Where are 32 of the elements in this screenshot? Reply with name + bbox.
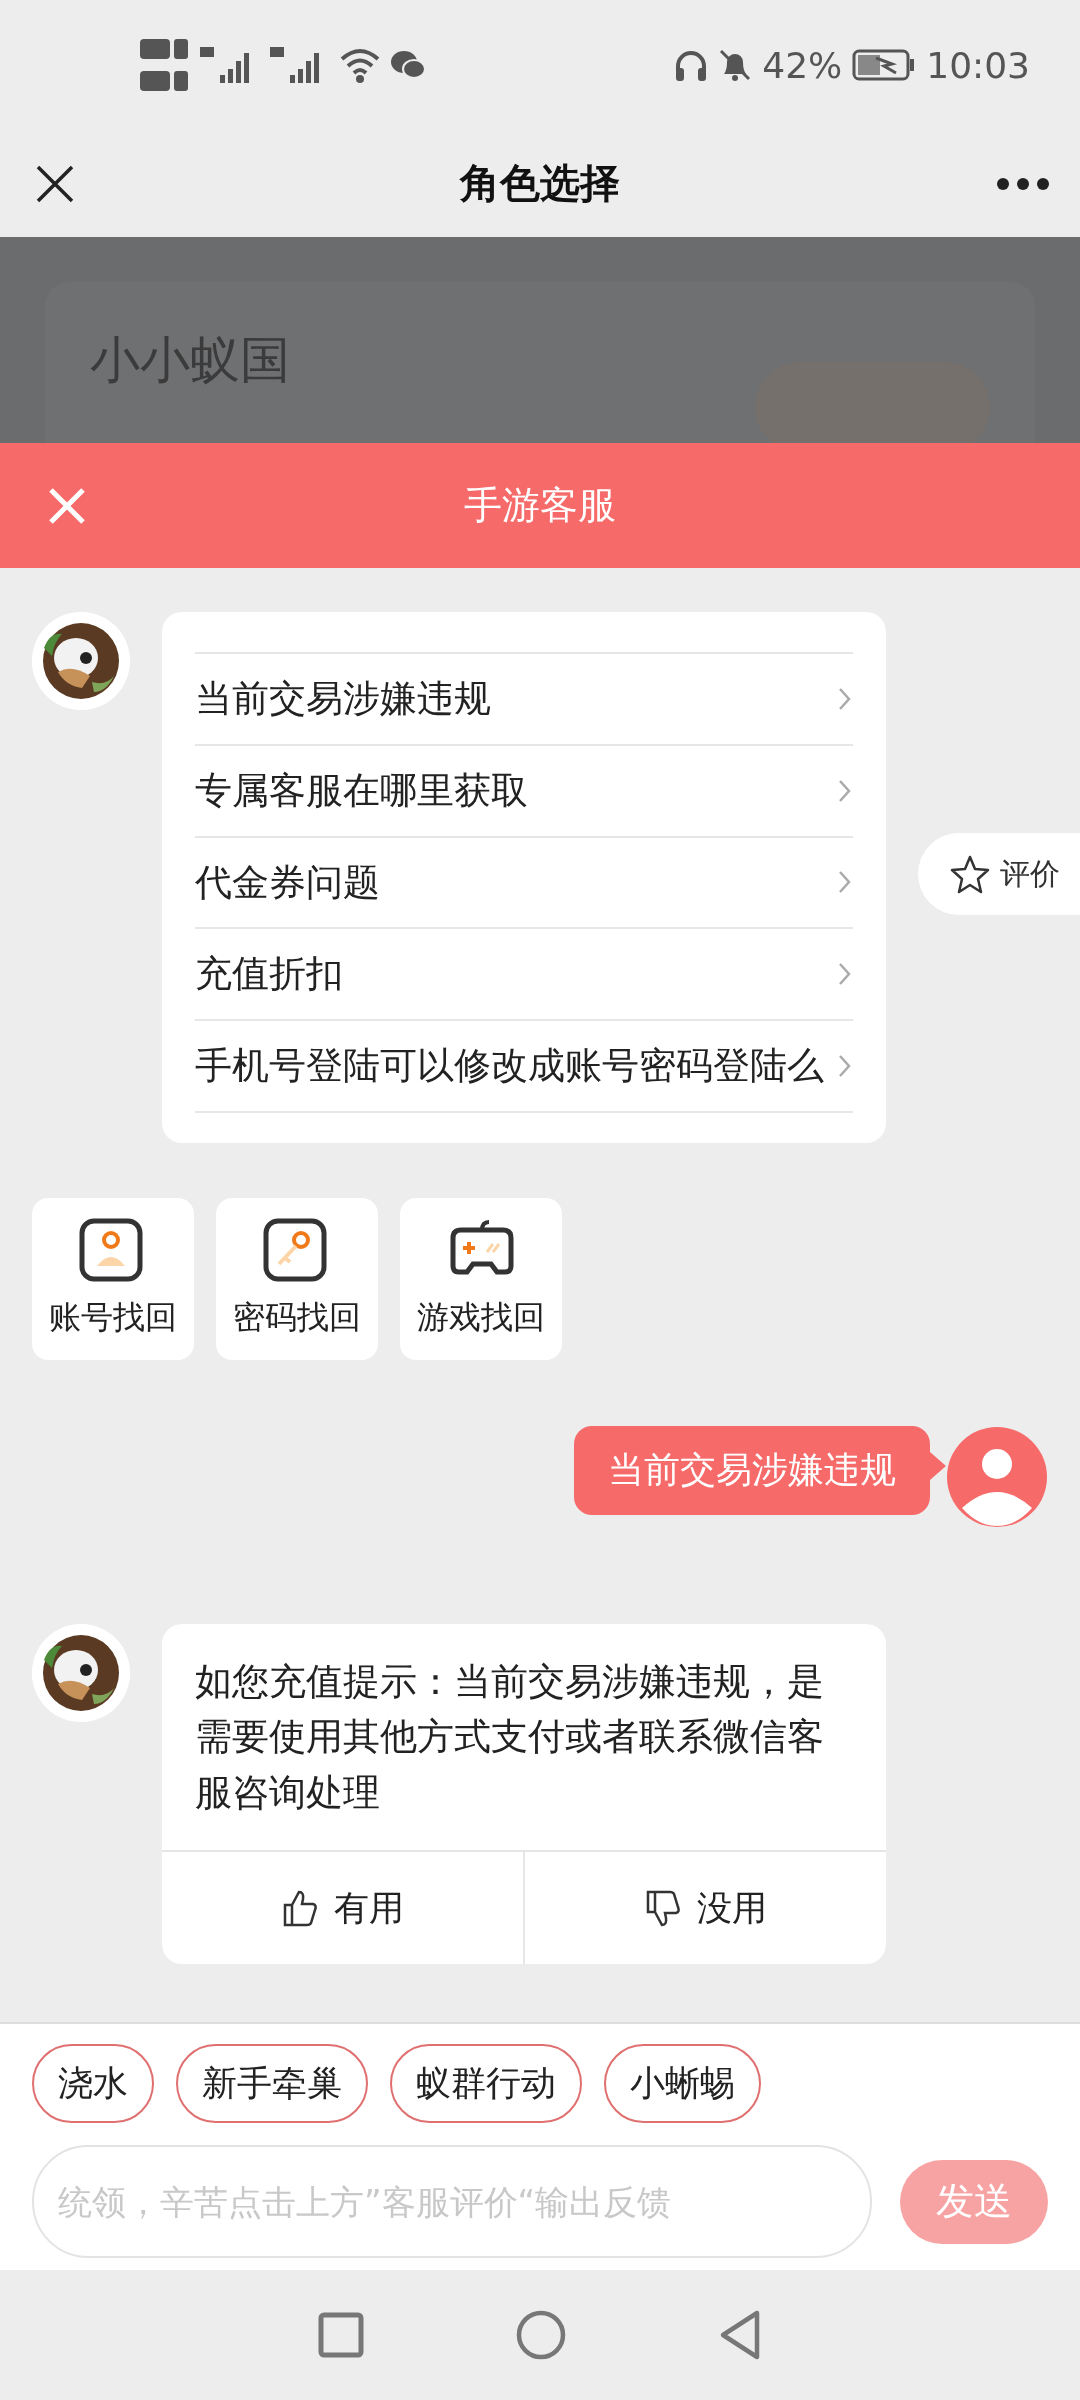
menu-item[interactable]: 代金券问题	[195, 835, 853, 928]
muted-bell-icon	[718, 48, 753, 82]
message-text: 如您充值提示：当前交易涉嫌违规，是需要使用其他方式支付或者联系微信客服咨询处理	[194, 1658, 825, 1816]
menu-item[interactable]: 当前交易涉嫌违规	[195, 652, 853, 744]
star-icon	[950, 854, 990, 894]
message-text: 当前交易涉嫌违规	[608, 1448, 896, 1490]
home-icon[interactable]	[515, 2309, 567, 2361]
rating-button[interactable]: 评价	[918, 833, 1080, 915]
chat-title: 手游客服	[463, 482, 617, 529]
shortcut-button[interactable]: 游戏找回	[400, 1197, 562, 1360]
headphones-icon	[674, 48, 709, 82]
helpful-button[interactable]: 有用	[162, 1852, 523, 1964]
thumbs-up-icon	[281, 1888, 320, 1928]
unhelpful-button[interactable]: 没用	[523, 1852, 886, 1964]
quick-reply-chip[interactable]: 新手牵巢	[176, 2044, 368, 2123]
user-avatar-icon	[946, 1425, 1048, 1528]
recents-icon[interactable]	[317, 2311, 365, 2359]
quick-reply-chip[interactable]: 蚁群行动	[390, 2044, 582, 2123]
menu-item[interactable]: 专属客服在哪里获取	[195, 743, 853, 836]
menu-item[interactable]: 充值折扣	[195, 927, 853, 1019]
battery-percent: 42%	[762, 44, 843, 86]
menu-item[interactable]: 手机号登陆可以修改成账号密码登陆么	[195, 1018, 853, 1113]
thumbs-down-icon	[644, 1888, 683, 1928]
more-icon[interactable]	[996, 175, 1050, 192]
shortcut-button[interactable]: 密码找回	[216, 1197, 378, 1360]
clock-time: 10:03	[926, 44, 1030, 86]
quick-reply-chip[interactable]: 浇水	[32, 2044, 154, 2123]
quick-reply-chip[interactable]: 小蜥蜴	[604, 2044, 761, 2123]
page-title: 角色选择	[458, 159, 621, 208]
wifi-icon	[340, 47, 380, 83]
battery-icon	[852, 49, 917, 81]
shortcut-button[interactable]: 账号找回	[32, 1197, 194, 1360]
